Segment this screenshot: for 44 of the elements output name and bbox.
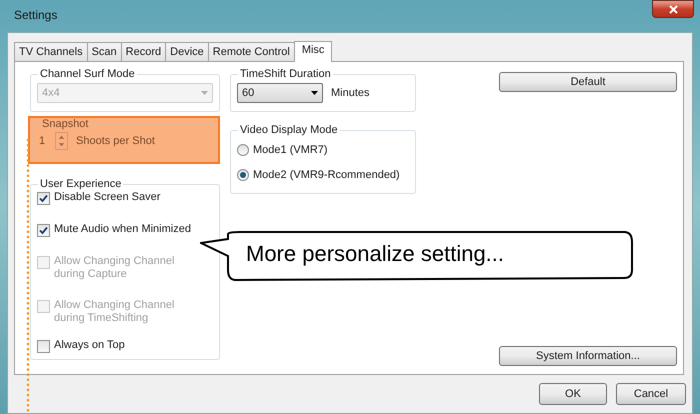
system-information-button[interactable]: System Information... xyxy=(499,346,677,366)
default-button[interactable]: Default xyxy=(499,72,677,92)
tab[interactable]: Scan xyxy=(86,42,122,61)
checkbox-label: Mute Audio when Minimized xyxy=(54,223,192,236)
checkbox-label: Allow Changing Channel during TimeShifting xyxy=(54,299,176,325)
close-button[interactable] xyxy=(652,0,694,18)
dropdown-value: 60 xyxy=(242,86,254,101)
checkbox[interactable] xyxy=(37,224,50,237)
group-title: Video Display Mode xyxy=(239,124,339,137)
checkbox[interactable] xyxy=(37,192,50,205)
dropdown[interactable]: 60 xyxy=(237,83,323,103)
down-arrow-icon xyxy=(56,141,67,149)
up-arrow-icon xyxy=(56,133,67,141)
checkmark-icon xyxy=(39,194,48,203)
tab[interactable]: Record xyxy=(120,42,166,61)
checkbox-label: Always on Top xyxy=(54,339,126,352)
tab[interactable]: Misc xyxy=(294,41,332,62)
spin-value[interactable]: 1 xyxy=(39,132,53,150)
window-title: Settings xyxy=(14,7,58,24)
callout-text: More personalize setting... xyxy=(246,240,504,268)
close-icon xyxy=(668,4,678,14)
radio-label: Mode2 (VMR9-Rcommended) xyxy=(253,168,400,182)
caret-icon xyxy=(311,91,318,95)
radio-label: Mode1 (VMR7) xyxy=(253,143,328,158)
caret-icon xyxy=(201,91,208,95)
spin-buttons[interactable] xyxy=(55,132,68,150)
checkbox-label: Disable Screen Saver xyxy=(54,191,162,204)
dropdown-value: 4x4 xyxy=(42,86,60,101)
tab[interactable]: Device xyxy=(165,42,209,61)
checkmark-icon xyxy=(39,226,48,235)
duration-unit: Minutes xyxy=(331,86,370,101)
radio-button[interactable] xyxy=(237,144,249,156)
tab[interactable]: TV Channels xyxy=(14,42,88,61)
group-title: Channel Surf Mode xyxy=(39,68,136,81)
checkbox[interactable] xyxy=(37,340,50,353)
cancel-button[interactable]: Cancel xyxy=(616,383,686,405)
checkbox-label: Allow Changing Channel during Capture xyxy=(54,255,176,281)
group-title: User Experience xyxy=(39,178,122,191)
radio-button[interactable] xyxy=(237,168,249,181)
ok-button[interactable]: OK xyxy=(539,383,607,405)
tab[interactable]: Remote Control xyxy=(208,42,295,61)
group-title: TimeShift Duration xyxy=(239,68,332,81)
group-title: Snapshot xyxy=(41,118,90,131)
spin-unit: Shoots per Shot xyxy=(76,134,155,149)
